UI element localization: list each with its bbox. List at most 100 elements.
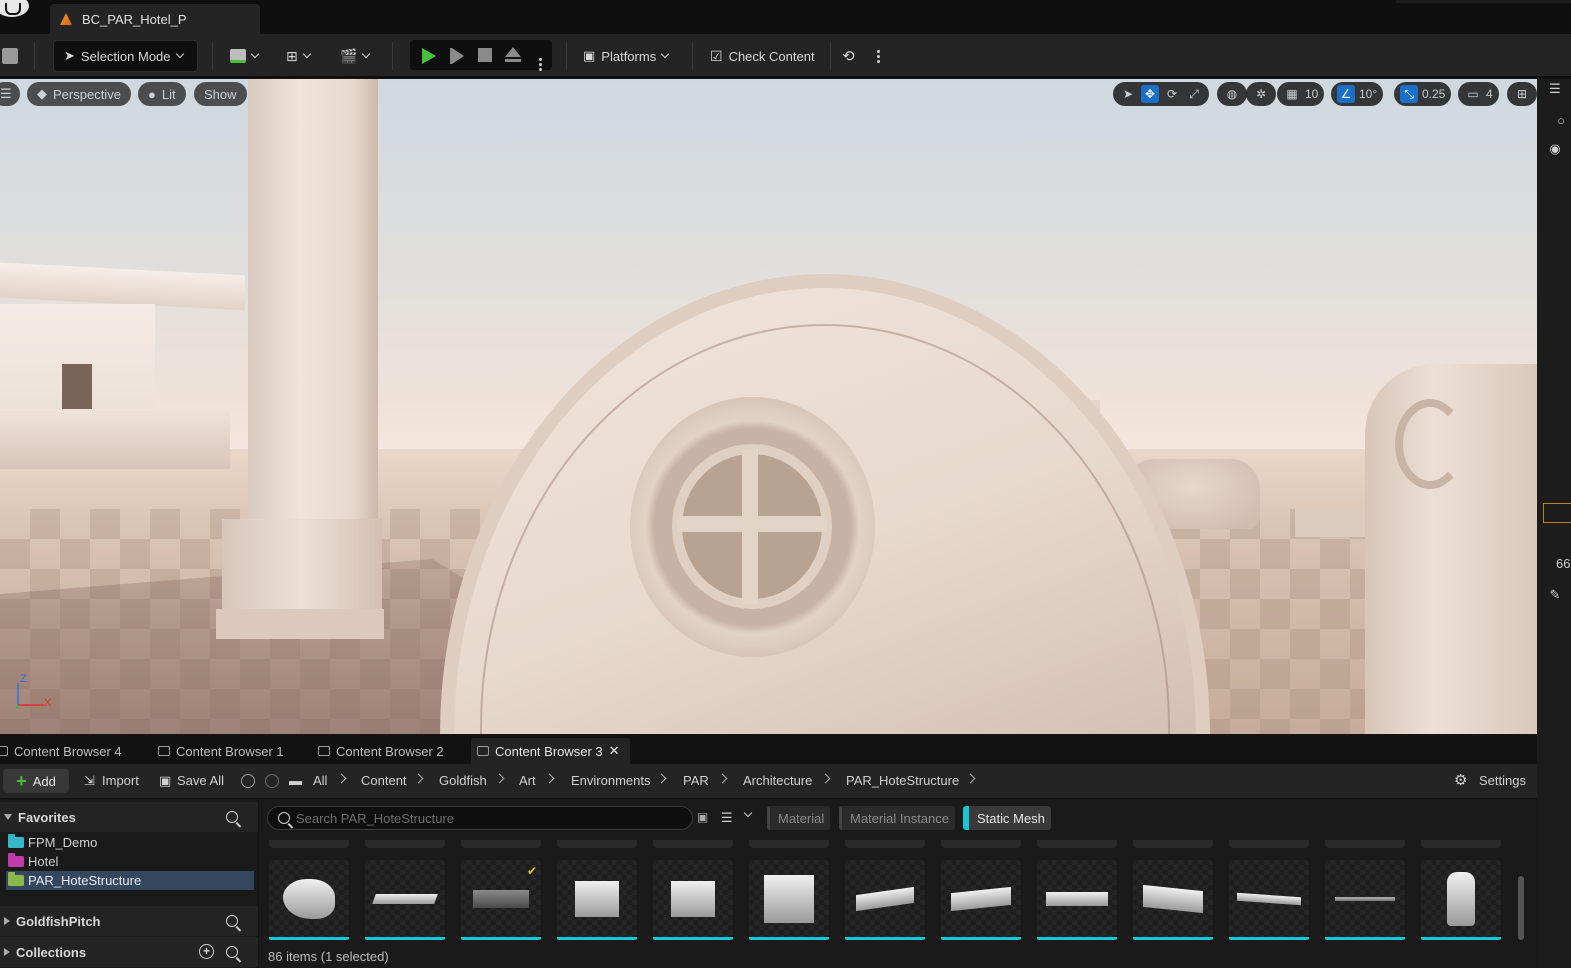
add-button[interactable]: + Add [3,769,69,793]
filter-icon[interactable]: ☰ [721,810,733,826]
asset-search-input[interactable]: Search PAR_HoteStructure [267,806,693,830]
platforms-dropdown[interactable]: ▣ Platforms [583,40,670,72]
import-icon[interactable]: ⇲ [84,773,95,789]
gear-icon[interactable]: ⚙ [1454,771,1467,789]
cinematics-button[interactable]: 🎬 [340,40,371,72]
asset-thumbnail[interactable] [1133,860,1213,940]
scale-snap-value: 0.25 [1422,87,1446,101]
forward-arrow-icon[interactable] [265,774,279,788]
close-icon[interactable]: ✕ [609,743,620,759]
lit-button[interactable]: ● Lit [138,82,186,106]
favorites-header[interactable]: Favorites [0,802,258,832]
check-content-button[interactable]: ☑ Check Content [710,40,815,72]
surface-snap-button[interactable]: ✲ [1246,82,1276,106]
import-button[interactable]: Import [102,773,139,788]
rotate-icon[interactable]: ⟳ [1163,85,1181,103]
asset-thumbnail[interactable] [941,860,1021,940]
chevron-right-icon[interactable] [965,773,976,784]
asset-thumbnail[interactable] [1325,860,1405,940]
scale-icon[interactable]: ⤢ [1185,85,1203,103]
asset-thumbnail[interactable] [1229,860,1309,940]
favorite-folder-hotel[interactable]: Hotel [6,852,254,871]
search-icon[interactable] [226,811,238,823]
breadcrumb-par-hotestructure[interactable]: PAR_HoteStructure [846,773,959,788]
breadcrumb-content[interactable]: Content [361,773,407,788]
layout-button[interactable]: ⊞ [1507,82,1537,106]
asset-thumbnail[interactable] [1421,860,1501,940]
tab-content-browser-4[interactable]: Content Browser 4 [0,738,126,764]
chevron-right-icon[interactable] [656,773,667,784]
blueprint-button[interactable]: ⊞ [286,40,311,72]
settings-button[interactable]: Settings [1479,773,1526,788]
chevron-right-icon[interactable] [494,773,505,784]
more-options-icon[interactable] [874,40,882,72]
tab-content-browser-3[interactable]: Content Browser 3 ✕ [471,738,630,764]
show-button[interactable]: Show [194,82,247,106]
asset-thumbnail[interactable] [845,860,925,940]
filter-chip-static-mesh[interactable]: Static Mesh [963,806,1051,830]
asset-thumbnail[interactable] [653,860,733,940]
search-icon[interactable]: ○ [1553,113,1569,129]
advance-frame-icon[interactable] [452,48,464,64]
breadcrumb-art[interactable]: Art [519,773,536,788]
filter-chip-material[interactable]: Material [767,806,831,830]
save-search-icon[interactable]: ▣ [697,810,708,824]
asset-scrollbar[interactable] [1518,876,1524,940]
save-all-icon[interactable]: ▣ [159,773,171,789]
eject-icon[interactable] [505,47,521,57]
source-control-icon[interactable]: ⟲ [842,40,855,72]
chevron-right-icon[interactable] [413,773,424,784]
folder-icon[interactable]: ▬ [289,773,302,788]
level-viewport[interactable]: ☰ ◆ Perspective ● Lit Show ➤ ✥ ⟳ ⤢ ◍ ✲ ▦… [0,79,1537,734]
eye-icon[interactable]: ◉ [1547,141,1563,157]
chevron-right-icon[interactable] [820,773,831,784]
unreal-logo-icon[interactable] [0,0,32,20]
grid-snap-button[interactable]: ▦ 10 [1277,82,1325,106]
breadcrumb-architecture[interactable]: Architecture [743,773,812,788]
favorite-folder-fpm-demo[interactable]: FPM_Demo [6,833,254,852]
asset-thumbnail[interactable] [365,860,445,940]
asset-thumbnail[interactable] [557,860,637,940]
asset-thumbnail[interactable] [749,860,829,940]
add-actor-button[interactable] [230,40,260,72]
asset-thumbnail[interactable] [1037,860,1117,940]
chevron-right-icon[interactable] [717,773,728,784]
search-icon[interactable] [226,946,238,958]
translate-icon[interactable]: ✥ [1141,85,1159,103]
breadcrumb-par[interactable]: PAR [683,773,709,788]
camera-speed-button[interactable]: ▭ 4 [1458,82,1499,106]
favorite-folder-par-hotestructure[interactable]: PAR_HoteStructure [6,871,254,890]
play-options-icon[interactable] [539,54,542,69]
save-all-button[interactable]: Save All [177,773,224,788]
asset-thumbnail[interactable]: ✔ [461,860,541,940]
select-arrow-icon[interactable]: ➤ [1119,85,1137,103]
filter-label: Material Instance [850,810,949,826]
rotation-snap-button[interactable]: ∠ 10° [1331,82,1384,106]
details-icon[interactable]: ☰ [1547,81,1563,97]
level-tab[interactable]: BC_PAR_Hotel_P [50,4,260,34]
save-icon[interactable] [2,40,18,72]
breadcrumb-all[interactable]: All [313,773,327,788]
selection-mode-dropdown[interactable]: ➤ Selection Mode [53,40,198,72]
folder-icon [8,872,24,886]
perspective-button[interactable]: ◆ Perspective [27,82,131,106]
edit-pencil-icon[interactable]: ✎ [1547,587,1563,603]
asset-thumbnail[interactable] [269,860,349,940]
goldfishpitch-header[interactable]: GoldfishPitch [0,906,258,936]
tab-content-browser-1[interactable]: Content Browser 1 [154,738,288,764]
back-arrow-icon[interactable] [241,774,255,788]
add-collection-icon[interactable]: + [199,944,214,959]
breadcrumb-goldfish[interactable]: Goldfish [439,773,487,788]
chevron-right-icon[interactable] [544,773,555,784]
tab-content-browser-2[interactable]: Content Browser 2 [314,738,448,764]
stop-icon[interactable] [478,48,492,62]
search-icon[interactable] [226,915,238,927]
chevron-down-icon[interactable] [743,808,753,818]
chevron-right-icon[interactable] [336,773,347,784]
breadcrumb-environments[interactable]: Environments [571,773,650,788]
collections-header[interactable]: Collections + [0,937,258,967]
play-icon[interactable] [422,48,436,64]
coordinate-space-button[interactable]: ◍ [1217,82,1247,106]
scale-snap-button[interactable]: ⤡ 0.25 [1394,82,1452,106]
filter-chip-material-instance[interactable]: Material Instance [839,806,955,830]
